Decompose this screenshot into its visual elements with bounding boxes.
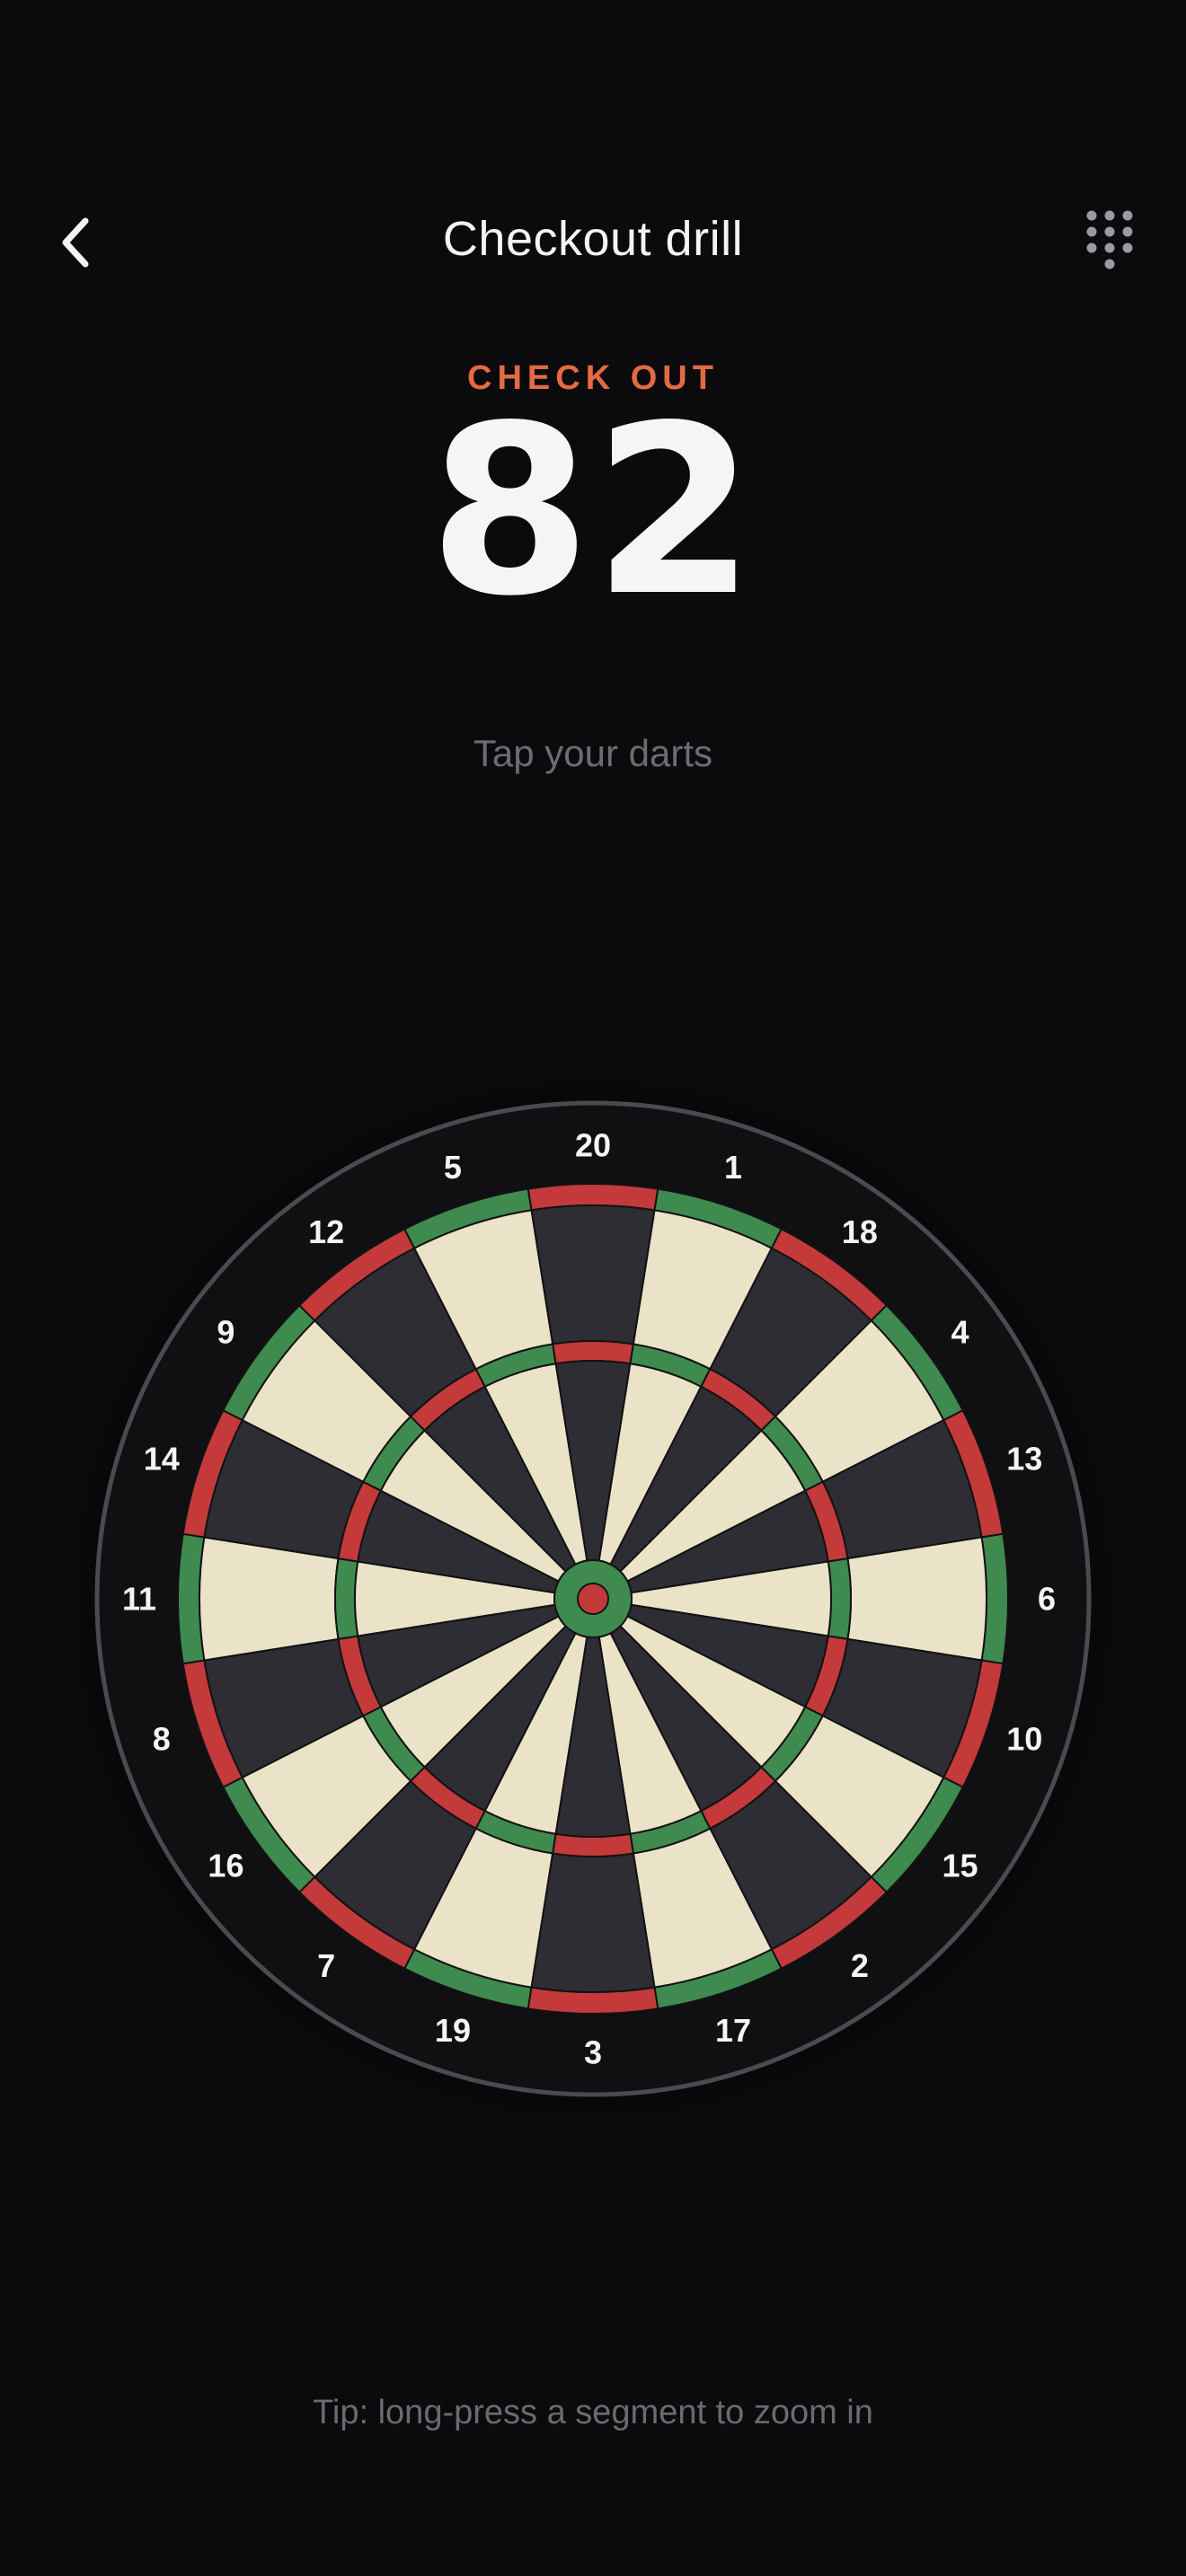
board-number-7: 7 — [317, 1947, 335, 1984]
keypad-button[interactable] — [1069, 202, 1150, 283]
board-number-20: 20 — [575, 1127, 611, 1164]
board-number-8: 8 — [153, 1721, 171, 1758]
tap-prompt: Tap your darts — [473, 732, 713, 774]
board-number-11: 11 — [122, 1581, 156, 1618]
board-number-6: 6 — [1038, 1581, 1056, 1618]
board-number-1: 1 — [724, 1149, 742, 1186]
top-bar: Checkout drill — [0, 180, 1186, 305]
dartboard[interactable]: 20 1 18 4 13 6 10 15 2 17 3 19 7 16 8 11 14 9 12 5 — [0, 1060, 1186, 2138]
bullseye[interactable] — [577, 1583, 609, 1615]
dartboard-container: 20 1 18 4 13 6 10 15 2 17 3 19 7 16 8 11 14 9 12 5 — [0, 1060, 1186, 2138]
board-number-18: 18 — [842, 1213, 878, 1250]
board-number-12: 12 — [308, 1213, 344, 1250]
dial-keypad-icon — [1086, 210, 1133, 269]
board-number-19: 19 — [435, 2012, 471, 2049]
board-number-15: 15 — [943, 1847, 978, 1883]
board-number-10: 10 — [1006, 1721, 1042, 1758]
checkout-score: 82 — [429, 376, 757, 648]
page-title: Checkout drill — [442, 212, 744, 266]
board-number-4: 4 — [951, 1314, 969, 1351]
board-number-2: 2 — [851, 1947, 869, 1984]
tip-text: Tip: long-press a segment to zoom in — [313, 2394, 873, 2431]
board-number-3: 3 — [584, 2034, 602, 2071]
board-number-13: 13 — [1006, 1440, 1042, 1477]
board-number-14: 14 — [144, 1440, 180, 1477]
board-number-16: 16 — [208, 1847, 243, 1883]
board-number-5: 5 — [444, 1149, 462, 1186]
board-number-9: 9 — [217, 1314, 235, 1351]
board-number-17: 17 — [715, 2012, 751, 2049]
